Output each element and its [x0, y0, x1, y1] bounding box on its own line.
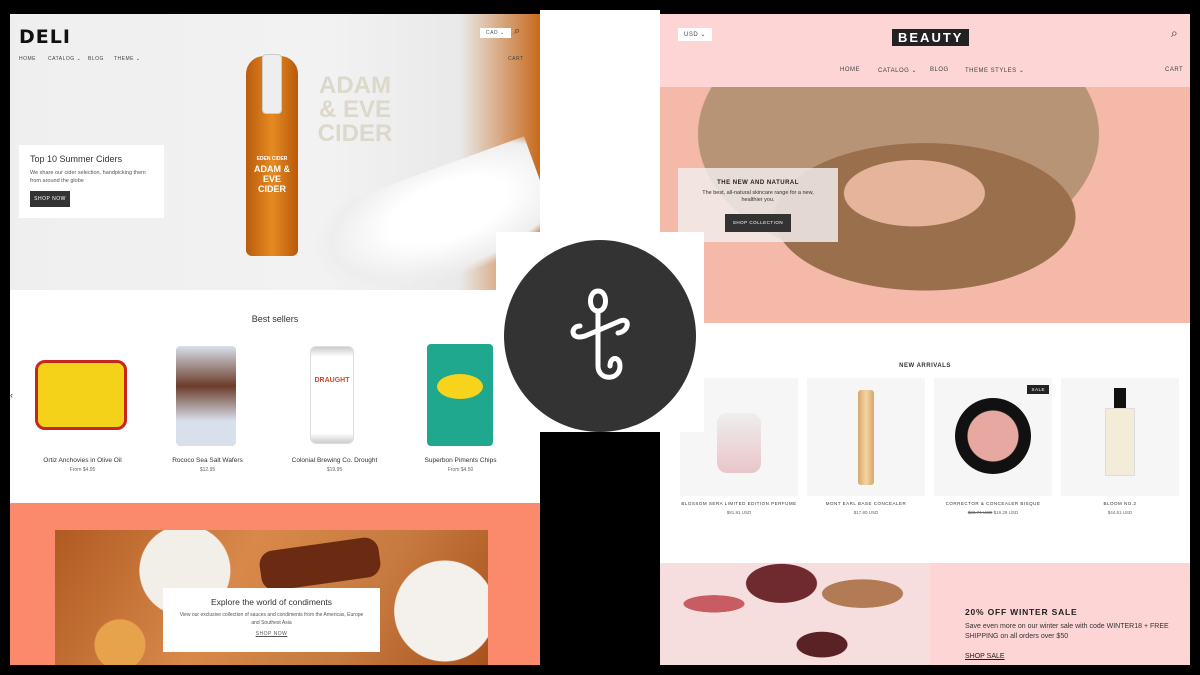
beauty-theme-preview: USD ⌄ BEAUTY ⌕ HOME CATALOG ⌄ BLOG THEME… — [660, 14, 1190, 665]
t-letter-icon — [570, 288, 630, 380]
hero-title: THE NEW AND NATURAL — [717, 180, 799, 186]
promo-shop-now-link[interactable]: SHOP NOW — [163, 631, 380, 637]
product-image-ortiz[interactable] — [35, 360, 127, 430]
sale-promo: 20% OFF WINTER SALE Save even more on ou… — [930, 563, 1190, 665]
search-icon[interactable]: ⌕ — [514, 25, 520, 38]
sale-text: Save even more on our winter sale with c… — [965, 623, 1169, 640]
promo-card: Explore the world of condiments View our… — [163, 588, 380, 652]
product-image-rococo[interactable] — [176, 346, 236, 446]
beauty-header — [660, 14, 1190, 87]
nav-home[interactable]: HOME — [840, 67, 860, 73]
nav-cart[interactable]: CART — [1165, 67, 1183, 73]
currency-select[interactable]: USD ⌄ — [678, 28, 712, 41]
nav-blog[interactable]: BLOG — [88, 56, 104, 62]
hero-title: Top 10 Summer Ciders — [30, 154, 123, 164]
nav-catalog[interactable]: CATALOG ⌄ — [878, 67, 917, 74]
product-card[interactable]: Colonial Brewing Co. Drought $19.95 — [272, 457, 397, 473]
nav-catalog[interactable]: CATALOG ⌄ — [48, 56, 81, 62]
nav-theme[interactable]: THEME ⌄ — [114, 56, 141, 62]
brand-logo-icon — [504, 240, 696, 432]
bottle-neck — [262, 54, 282, 114]
hero-card: Top 10 Summer Ciders We share our cider … — [19, 145, 164, 218]
product-card[interactable]: CORRECTOR & CONCEALER BISQUE $23.74 USD $… — [934, 501, 1052, 515]
product-card[interactable]: MONT EARL BASE CONCEALER $17.80 USD — [807, 501, 925, 515]
nav-cart[interactable]: CART — [508, 56, 524, 62]
promo-title: Explore the world of condiments — [211, 597, 332, 607]
hero-text: We share our cider selection, handpickin… — [30, 170, 146, 184]
shop-sale-link[interactable]: SHOP SALE — [965, 653, 1005, 660]
search-icon[interactable]: ⌕ — [1171, 26, 1178, 41]
bottle-label: EDEN CIDER ADAM & EVE CIDER — [254, 156, 290, 194]
sale-badge: SALE — [1027, 385, 1049, 394]
nav-blog[interactable]: BLOG — [930, 67, 949, 73]
deli-logo[interactable]: DELI — [19, 26, 71, 48]
sale-title: 20% OFF WINTER SALE — [965, 607, 1078, 617]
new-arrivals-title: NEW ARRIVALS — [899, 363, 951, 369]
nav-home[interactable]: HOME — [19, 56, 36, 62]
divider-background — [540, 10, 660, 232]
product-image-superbon[interactable] — [427, 344, 493, 446]
shop-now-button[interactable]: SHOP NOW — [30, 191, 70, 207]
product-card[interactable]: Rococo Sea Salt Wafers $12.95 — [145, 457, 270, 473]
product-card[interactable]: BLOSSOM SERA LIMITED EDITION PERFUME $81.… — [680, 501, 798, 515]
beauty-logo[interactable]: BEAUTY — [892, 29, 970, 46]
hero-card: THE NEW AND NATURAL The best, all-natura… — [678, 168, 838, 242]
product-card[interactable]: Superbon Piments Chips From $4.50 — [398, 457, 523, 473]
product-card[interactable]: BLOOM NO.2 $44.51 USD — [1061, 501, 1179, 515]
deli-theme-preview: ADAM & EVE CIDER EDEN CIDER ADAM & EVE CI… — [10, 14, 540, 665]
carousel-prev-arrow[interactable]: ‹ — [10, 390, 13, 400]
leaves-image — [660, 563, 930, 665]
product-image-concealer[interactable] — [807, 378, 925, 496]
hero-text: The best, all-natural skincare range for… — [702, 190, 814, 203]
product-image-colonial[interactable]: DRAUGHT — [310, 346, 354, 444]
best-sellers-title: Best sellers — [251, 314, 299, 324]
product-card[interactable]: Ortiz Anchovies in Olive Oil From $4.95 — [20, 457, 145, 473]
currency-select[interactable]: CAD ⌄ — [480, 28, 511, 38]
nav-theme-styles[interactable]: THEME STYLES ⌄ — [965, 67, 1024, 74]
product-image-bloom[interactable] — [1061, 378, 1179, 496]
brand-watermark: ADAM & EVE CIDER — [317, 72, 393, 147]
promo-text: View our exclusive collection of sauces … — [179, 612, 364, 626]
shop-collection-button[interactable]: SHOP COLLECTION — [725, 214, 791, 232]
product-image-compact[interactable]: SALE — [934, 378, 1052, 496]
